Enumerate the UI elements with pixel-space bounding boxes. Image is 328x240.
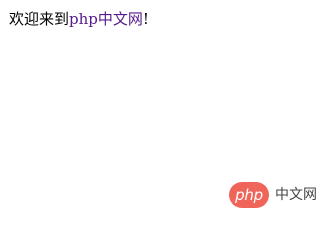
php-cn-link[interactable]: php中文网 xyxy=(69,10,143,28)
site-watermark: php 中文网 xyxy=(229,182,317,208)
welcome-message: 欢迎来到php中文网! xyxy=(9,10,149,28)
php-logo-icon: php xyxy=(229,182,269,208)
welcome-prefix: 欢迎来到 xyxy=(9,10,70,28)
watermark-site-name: 中文网 xyxy=(275,187,317,203)
welcome-suffix: ! xyxy=(142,10,149,28)
